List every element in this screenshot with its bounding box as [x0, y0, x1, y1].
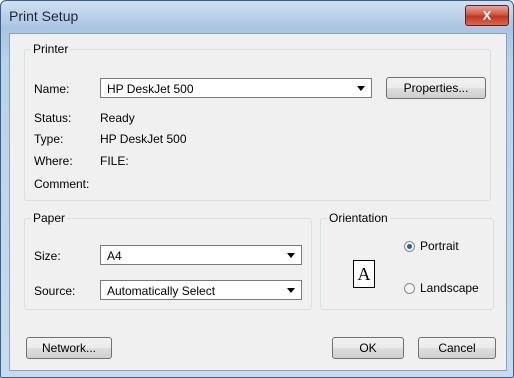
comment-label: Comment:	[34, 177, 90, 191]
close-button[interactable]: X	[465, 5, 509, 26]
paper-group-label: Paper	[31, 211, 68, 225]
type-label: Type:	[34, 132, 64, 146]
dialog-body: Printer Name: HP DeskJet 500 Properties.…	[9, 33, 507, 371]
status-label: Status:	[34, 111, 72, 125]
paper-source-value: Automatically Select	[107, 284, 216, 298]
window-title: Print Setup	[9, 8, 79, 24]
network-button[interactable]: Network...	[26, 337, 112, 359]
landscape-label[interactable]: Landscape	[420, 281, 479, 295]
print-setup-window: Print Setup X Printer Name: HP DeskJet 5…	[0, 0, 514, 378]
chevron-down-icon	[357, 86, 365, 91]
portrait-radio[interactable]	[404, 241, 415, 252]
portrait-label[interactable]: Portrait	[420, 239, 459, 253]
title-bar[interactable]: Print Setup X	[1, 1, 513, 33]
printer-name-select[interactable]: HP DeskJet 500	[100, 78, 372, 98]
printer-group-label: Printer	[31, 42, 71, 56]
properties-button[interactable]: Properties...	[386, 77, 486, 99]
chevron-down-icon	[287, 288, 295, 293]
size-label: Size:	[34, 249, 61, 263]
ok-button[interactable]: OK	[332, 337, 404, 359]
paper-size-value: A4	[107, 249, 122, 263]
source-label: Source:	[34, 284, 76, 298]
chevron-down-icon	[287, 253, 295, 258]
where-value: FILE:	[100, 154, 129, 168]
paper-size-select[interactable]: A4	[100, 245, 302, 265]
portrait-page-icon: A	[353, 260, 375, 288]
orientation-group-label: Orientation	[327, 211, 390, 225]
orientation-group: Orientation	[320, 211, 494, 310]
name-label: Name:	[34, 82, 70, 96]
cancel-button[interactable]: Cancel	[418, 337, 496, 359]
printer-group: Printer	[24, 42, 491, 201]
type-value: HP DeskJet 500	[100, 132, 187, 146]
where-label: Where:	[34, 154, 73, 168]
paper-source-select[interactable]: Automatically Select	[100, 280, 302, 300]
landscape-radio[interactable]	[404, 283, 415, 294]
printer-name-value: HP DeskJet 500	[107, 82, 194, 96]
status-value: Ready	[100, 111, 135, 125]
close-icon: X	[482, 8, 492, 23]
